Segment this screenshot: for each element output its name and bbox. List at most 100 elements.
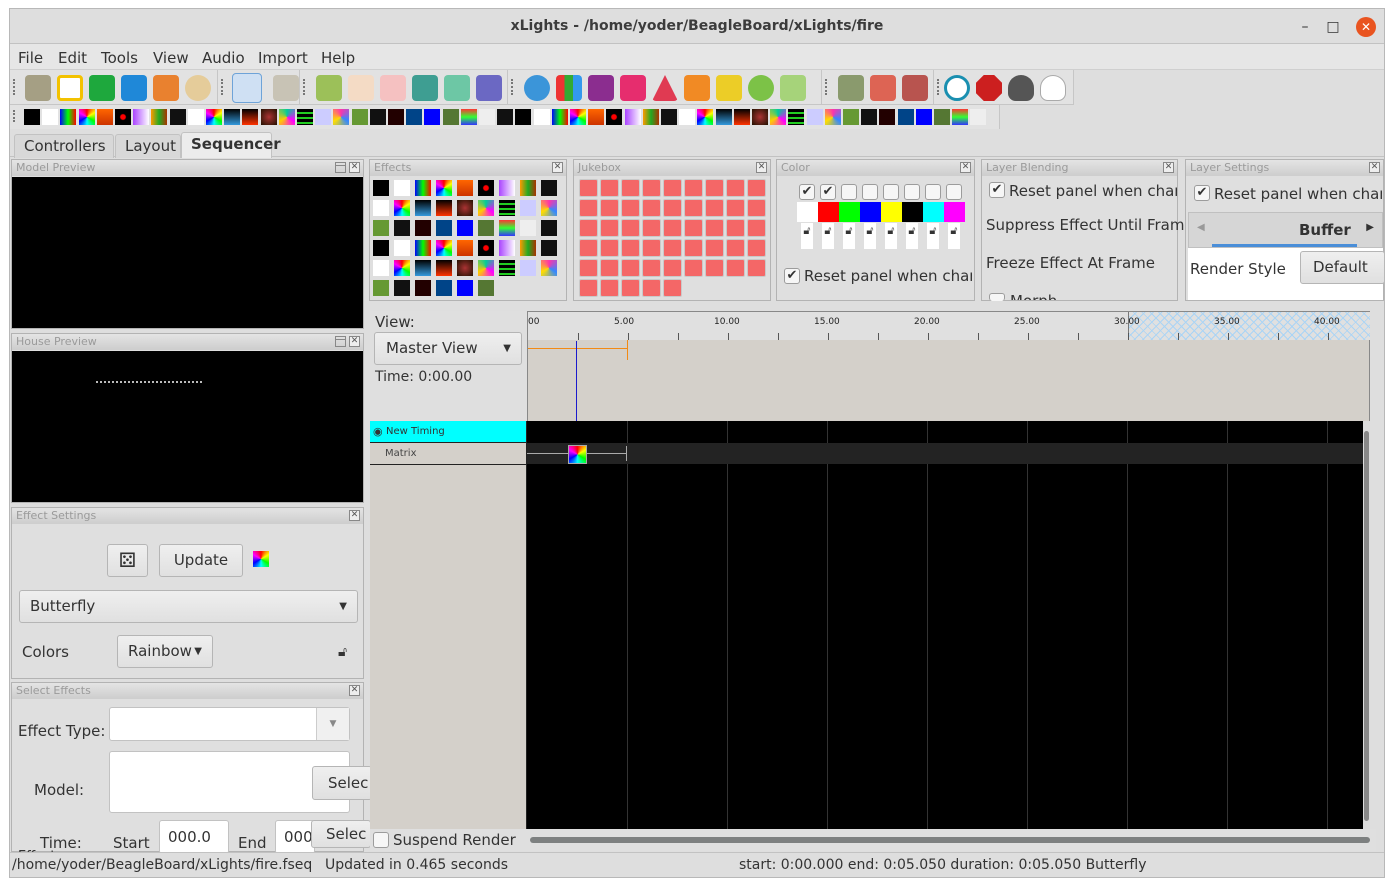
effect-toolbar-icon[interactable]	[824, 109, 841, 125]
close-panel-icon[interactable]: ✕	[349, 162, 360, 173]
effect-toolbar-icon[interactable]	[115, 109, 131, 125]
color-swatch[interactable]	[923, 202, 944, 222]
effect-toolbar-icon[interactable]	[460, 109, 477, 125]
effect-toolbar-icon[interactable]	[333, 109, 350, 125]
morph-checkbox[interactable]	[989, 293, 1005, 301]
effect-type-dropdown[interactable]: Butterfly ▼	[19, 590, 358, 623]
jukebox-button[interactable]	[705, 259, 724, 277]
toolbar-grip[interactable]	[937, 79, 939, 95]
color-enable-checkbox[interactable]: ✔	[820, 184, 836, 200]
maximize-button[interactable]: □	[1323, 17, 1343, 37]
unlock-icon[interactable]: 🔓︎	[906, 223, 918, 249]
play-icon[interactable]	[316, 75, 342, 101]
color-swatch[interactable]	[818, 202, 839, 222]
effect-icon[interactable]	[394, 280, 410, 296]
effect-toolbar-icon[interactable]	[752, 109, 768, 125]
effect-icon[interactable]	[499, 200, 515, 216]
minimize-button[interactable]: –	[1295, 17, 1315, 37]
effect-icon[interactable]	[520, 180, 536, 196]
effect-icon[interactable]	[520, 260, 536, 276]
effect-toolbar-icon[interactable]	[497, 109, 514, 125]
effect-toolbar-icon[interactable]	[315, 109, 332, 125]
color-enable-checkbox[interactable]	[946, 184, 962, 200]
chevron-down-icon[interactable]: ▼	[316, 708, 349, 740]
open-folder-icon[interactable]	[89, 75, 115, 101]
effect-toolbar-icon[interactable]	[24, 109, 40, 125]
effect-icon[interactable]	[373, 200, 389, 216]
close-panel-icon[interactable]: ✕	[349, 685, 360, 696]
jukebox-button[interactable]	[684, 259, 703, 277]
effect-icon[interactable]	[415, 200, 431, 216]
clipboard-grid-icon[interactable]	[273, 75, 299, 101]
effect-icon[interactable]	[541, 260, 557, 276]
house-preview-canvas[interactable]	[12, 351, 363, 502]
jukebox-button[interactable]	[705, 179, 724, 197]
stop-sign-icon[interactable]	[976, 75, 1002, 101]
jukebox-button[interactable]	[600, 219, 619, 237]
effect-icon[interactable]	[541, 180, 557, 196]
jukebox-button[interactable]	[642, 179, 661, 197]
close-panel-icon[interactable]: ✕	[552, 162, 563, 173]
menu-help[interactable]: Help	[321, 49, 355, 67]
effect-toolbar-icon[interactable]	[679, 109, 696, 125]
jukebox-button[interactable]	[726, 259, 745, 277]
effect-toolbar-icon[interactable]	[60, 109, 77, 125]
effect-toolbar-icon[interactable]	[770, 109, 787, 125]
jukebox-button[interactable]	[747, 199, 766, 217]
effect-toolbar-icon[interactable]	[533, 109, 550, 125]
jukebox-button[interactable]	[600, 199, 619, 217]
effect-toolbar-icon[interactable]	[642, 109, 659, 125]
effect-end-marker[interactable]	[626, 446, 627, 461]
settings-gear-icon[interactable]	[524, 75, 550, 101]
effect-icon[interactable]	[394, 260, 410, 276]
effect-icon[interactable]	[373, 280, 389, 296]
color-swatch[interactable]	[839, 202, 860, 222]
effect-icon[interactable]	[541, 240, 557, 256]
close-panel-icon[interactable]: ✕	[349, 336, 360, 347]
effect-toolbar-icon[interactable]	[970, 109, 987, 125]
maximize-panel-icon[interactable]	[335, 336, 346, 347]
butterfly-effect-block[interactable]	[568, 445, 587, 464]
open-controllers-icon[interactable]	[25, 75, 51, 101]
tab-scroll-right-icon[interactable]: ▶	[1366, 222, 1374, 233]
effect-toolbar-icon[interactable]	[424, 109, 441, 125]
effect-toolbar-icon[interactable]	[169, 109, 186, 125]
effect-toolbar-icon[interactable]	[861, 109, 878, 125]
select-model-button[interactable]: Selec	[312, 766, 372, 800]
toolbar-grip[interactable]	[511, 79, 513, 95]
effect-icon[interactable]	[520, 240, 536, 256]
effect-toolbar-icon[interactable]	[588, 109, 605, 125]
effect-icon[interactable]	[415, 260, 431, 276]
render-icon[interactable]	[748, 75, 774, 101]
jukebox-button[interactable]	[621, 199, 640, 217]
effect-toolbar-icon[interactable]	[388, 109, 404, 125]
unlock-icon[interactable]: 🔓︎	[801, 223, 813, 249]
color-enable-checkbox[interactable]	[862, 184, 878, 200]
menu-audio[interactable]: Audio	[202, 49, 245, 67]
effect-toolbar-icon[interactable]	[224, 109, 241, 125]
timeline-ruler[interactable]: 00 5.00 10.00 15.00 20.00 25.00 30.00 35.00 40.0…	[527, 311, 1370, 341]
scrollbar-thumb[interactable]	[1364, 431, 1369, 821]
effect-icon[interactable]	[415, 180, 431, 196]
jukebox-button[interactable]	[642, 279, 661, 297]
jukebox-button[interactable]	[726, 199, 745, 217]
jukebox-button[interactable]	[684, 239, 703, 257]
color-enable-checkbox[interactable]: ✔	[799, 184, 815, 200]
effect-toolbar-icon[interactable]	[406, 109, 423, 125]
effect-icon[interactable]	[478, 280, 494, 296]
effect-toolbar-icon[interactable]	[606, 109, 623, 125]
effect-icon[interactable]	[373, 260, 389, 276]
zoom-in-icon[interactable]	[838, 75, 864, 101]
save-as-icon[interactable]	[153, 75, 179, 101]
menu-view[interactable]: View	[153, 49, 189, 67]
effect-icon[interactable]	[457, 220, 473, 236]
tab-sequencer[interactable]: Sequencer	[181, 132, 281, 158]
effect-type-combo[interactable]: ▼	[109, 707, 350, 741]
start-time-input[interactable]: 000.0	[159, 820, 229, 854]
close-panel-icon[interactable]: ✕	[349, 510, 360, 521]
palette-icon[interactable]	[185, 75, 211, 101]
effect-toolbar-icon[interactable]	[897, 109, 914, 125]
effect-toolbar-icon[interactable]	[661, 109, 677, 125]
jukebox-button[interactable]	[726, 239, 745, 257]
effect-icon[interactable]	[436, 260, 452, 276]
